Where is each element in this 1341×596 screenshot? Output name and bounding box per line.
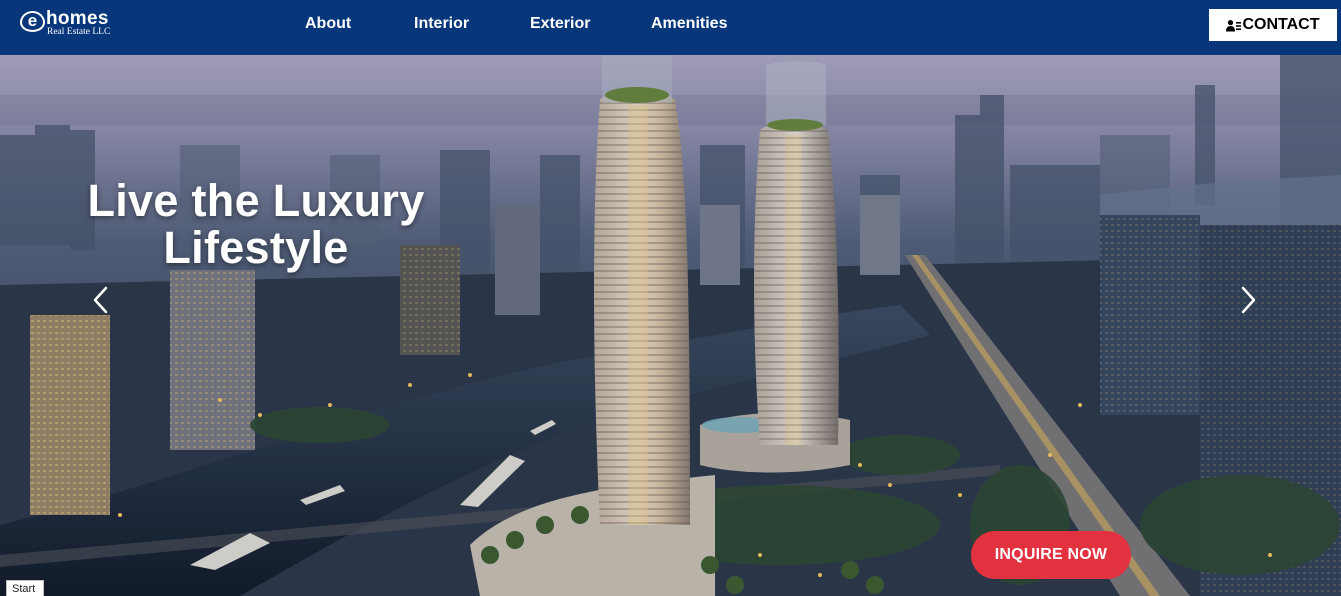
hero-headline: Live the Luxury Lifestyle bbox=[40, 177, 472, 271]
top-navbar: e homes Real Estate LLC About Interior E… bbox=[0, 0, 1341, 55]
nav-link-about[interactable]: About bbox=[305, 15, 351, 33]
carousel-next-button[interactable] bbox=[1236, 285, 1260, 315]
nav-link-amenities[interactable]: Amenities bbox=[651, 15, 727, 33]
chevron-left-icon bbox=[93, 286, 108, 314]
carousel-prev-button[interactable] bbox=[89, 285, 113, 315]
chevron-right-icon bbox=[1241, 286, 1256, 314]
contact-button[interactable]: CONTACT bbox=[1209, 9, 1337, 41]
logo-subtitle: Real Estate LLC bbox=[47, 27, 111, 37]
headline-line-2: Lifestyle bbox=[163, 222, 349, 273]
brand-logo[interactable]: e homes Real Estate LLC bbox=[20, 9, 120, 41]
logo-wordmark: homes bbox=[46, 8, 109, 29]
nav-link-exterior[interactable]: Exterior bbox=[530, 15, 590, 33]
hero-carousel: Live the Luxury Lifestyle INQUIRE NOW St… bbox=[0, 55, 1341, 596]
hero-city-image bbox=[0, 55, 1341, 596]
contact-label: CONTACT bbox=[1242, 16, 1320, 33]
headline-line-1: Live the Luxury bbox=[87, 175, 425, 226]
logo-mark: e bbox=[20, 11, 45, 32]
contact-card-icon bbox=[1226, 19, 1242, 31]
inquire-now-button[interactable]: INQUIRE NOW bbox=[971, 531, 1131, 579]
start-label: Start bbox=[6, 580, 44, 596]
nav-link-interior[interactable]: Interior bbox=[414, 15, 469, 33]
